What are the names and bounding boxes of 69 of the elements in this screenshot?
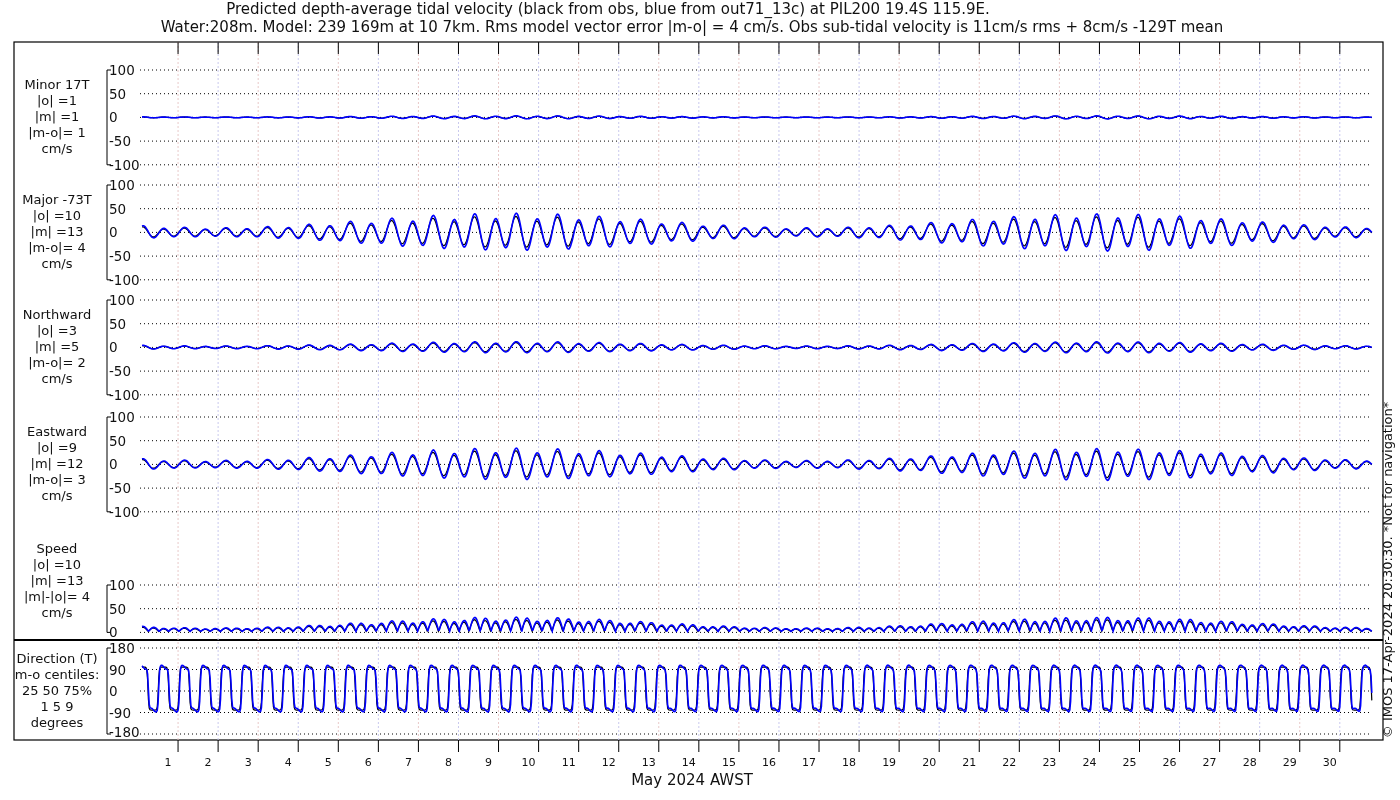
- axis-tick-label: 0: [109, 456, 118, 473]
- axis-tick-label: 180: [109, 640, 135, 656]
- axis-tick-label: -180: [109, 724, 140, 740]
- axis-tick-label: 90: [109, 661, 127, 678]
- axis-tick-label: 50: [109, 85, 127, 102]
- axis-tick-label: -100: [109, 156, 140, 173]
- axis-tick-label: 13: [641, 756, 656, 769]
- y-axis: [106, 584, 112, 633]
- axis-tick-label: 23: [1042, 756, 1057, 769]
- axis-tick-label: 29: [1282, 756, 1297, 769]
- axis-tick-label: 10: [521, 756, 536, 769]
- axis-tick-label: 24: [1082, 756, 1097, 769]
- credit-text: © IMOS 17-Apr-2024 20:30:30. *Not for navigation*: [1380, 401, 1395, 739]
- axis-tick-label: 20: [922, 756, 937, 769]
- chart-title: Predicted depth-average tidal velocity (black from obs, blue from out71_13c) at PIL200 19.4S 115.9E.: [226, 0, 990, 18]
- axis-tick-label: 3: [244, 756, 252, 769]
- axis-tick-label: 12: [601, 756, 616, 769]
- panel-label: Speed |o| =10 |m| =13 |m|-|o|= 4 cm/s: [23, 541, 91, 620]
- axis-tick-label: -50: [109, 248, 132, 265]
- axis-tick-label: -90: [109, 704, 132, 721]
- axis-tick-label: 28: [1242, 756, 1257, 769]
- axis-tick-label: 15: [721, 756, 736, 769]
- axis-tick-label: 8: [445, 756, 452, 769]
- axis-tick-label: 100: [109, 177, 135, 193]
- panel-label: Minor 17T |o| =1 |m| =1 |m-o|= 1 cm/s: [24, 77, 90, 157]
- axis-tick-label: 6: [364, 756, 372, 769]
- axis-tick-label: 100: [109, 292, 135, 308]
- axis-tick-label: 5: [324, 756, 332, 769]
- axis-tick-label: 0: [109, 224, 118, 241]
- axis-tick-label: 0: [109, 683, 118, 699]
- panel-label: Eastward |o| =9 |m| =12 |m-o|= 3 cm/s: [27, 424, 87, 504]
- axis-tick-label: -100: [109, 503, 140, 520]
- axis-tick-label: 27: [1202, 756, 1217, 769]
- axis-tick-label: 19: [882, 756, 897, 769]
- axis-tick-label: 16: [761, 756, 776, 769]
- axis-tick-label: 2: [204, 756, 212, 769]
- panel-label: Direction (T) m-o centiles: 25 50 75% 1 5 9 degrees: [14, 651, 100, 730]
- axis-tick-label: 22: [1002, 756, 1017, 769]
- axis-tick-label: 100: [109, 577, 135, 593]
- axis-tick-label: -50: [109, 480, 132, 497]
- axis-tick-label: 50: [109, 315, 127, 332]
- axis-tick-label: 0: [109, 624, 118, 641]
- axis-tick-label: -50: [109, 363, 132, 380]
- axis-tick-label: 11: [561, 756, 576, 769]
- axis-tick-label: 7: [404, 756, 412, 769]
- axis-tick-label: 21: [962, 756, 977, 769]
- axis-tick-label: 50: [109, 200, 127, 217]
- axis-tick-label: 100: [109, 409, 135, 425]
- axis-tick-label: 25: [1122, 756, 1137, 769]
- axis-tick-label: -100: [109, 271, 140, 288]
- axis-tick-label: -100: [109, 386, 140, 403]
- axis-tick-label: 50: [109, 432, 127, 449]
- panel-label: Major -73T |o| =10 |m| =13 |m-o|= 4 cm/s: [22, 192, 92, 272]
- axis-tick-label: 0: [109, 339, 118, 356]
- axis-tick-label: 1: [164, 756, 172, 769]
- axis-tick-label: 30: [1322, 756, 1337, 769]
- axis-tick-label: 14: [681, 756, 696, 769]
- panel-label: Northward |o| =3 |m| =5 |m-o|= 2 cm/s: [22, 307, 92, 387]
- axis-tick-label: 4: [284, 756, 292, 769]
- axis-tick-label: 100: [109, 62, 135, 78]
- axis-tick-label: -50: [109, 133, 132, 150]
- axis-tick-label: 50: [109, 600, 127, 617]
- axis-tick-label: 17: [802, 756, 816, 769]
- axis-label: May 2024 AWST: [631, 771, 753, 789]
- axis-tick-label: 18: [842, 756, 857, 769]
- chart-title: Water:208m. Model: 239 169m at 10 7km. Rms model vector error |m-o| = 4 cm/s. Obs sub-tidal velocity is 11cm/s rms + 8cm/s -129T mean: [160, 18, 1224, 36]
- axis-tick-label: 0: [109, 109, 118, 126]
- axis-tick-label: 9: [485, 756, 493, 769]
- axis-tick-label: 26: [1162, 756, 1177, 769]
